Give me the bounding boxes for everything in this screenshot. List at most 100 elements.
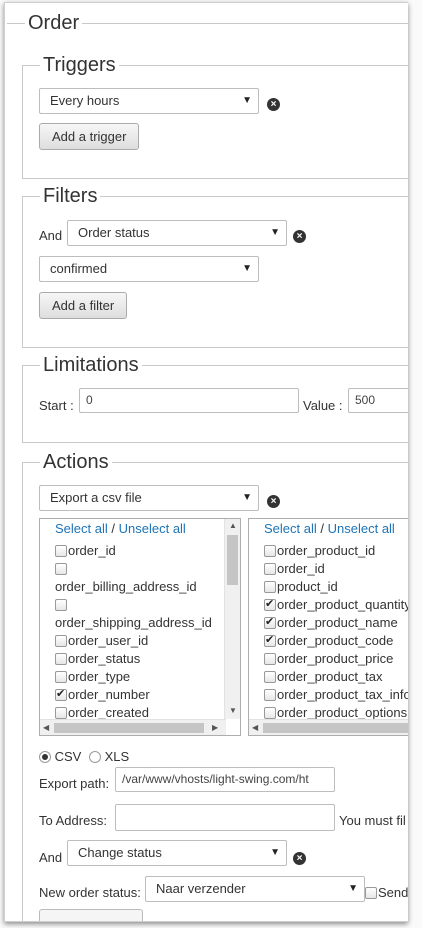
send-option[interactable]: Send [365, 885, 408, 900]
list-item[interactable]: order_product_price [264, 651, 393, 666]
field-label: order_product_code [277, 633, 394, 648]
csv-radio[interactable] [39, 751, 51, 763]
field-checkbox[interactable] [264, 563, 276, 575]
add-trigger-button[interactable]: Add a trigger [39, 123, 140, 150]
right-horizontal-scrollbar[interactable]: ◀ [249, 719, 408, 735]
left-vertical-scroll-thumb[interactable] [227, 535, 238, 585]
left-vertical-scrollbar[interactable]: ▲ ▼ [224, 519, 240, 719]
product-fields-listbox[interactable]: Select all / Unselect all order_product_… [248, 518, 408, 736]
list-item[interactable]: order_number [55, 687, 150, 702]
format-csv-option[interactable]: CSV [39, 749, 81, 764]
partial-button[interactable] [39, 909, 143, 921]
field-checkbox[interactable] [264, 653, 276, 665]
field-label: order_id [277, 561, 325, 576]
field-checkbox[interactable] [55, 545, 67, 557]
list-item[interactable]: product_id [264, 579, 338, 594]
right-horizontal-scroll-thumb[interactable] [263, 723, 408, 733]
field-checkbox[interactable] [55, 635, 67, 647]
start-label: Start : [39, 398, 74, 413]
field-checkbox[interactable] [55, 671, 67, 683]
select-all-link[interactable]: Select all [55, 521, 108, 536]
left-horizontal-scrollbar[interactable]: ◀ ▶ [40, 719, 226, 735]
list-item[interactable] [55, 597, 68, 612]
list-item[interactable]: order_product_tax_info [264, 687, 408, 702]
unselect-all-link[interactable]: Unselect all [328, 521, 395, 536]
export-path-input[interactable]: /var/www/vhosts/light-swing.com/ht [115, 767, 335, 792]
field-label: order_created [68, 705, 149, 720]
action-type-select[interactable]: Export a csv file ▼ [39, 485, 259, 511]
order-fields-listbox[interactable]: Select all / Unselect all order_id order_… [39, 518, 241, 736]
list-item[interactable]: order_type [55, 669, 130, 684]
list-item[interactable] [55, 561, 68, 576]
send-checkbox[interactable] [365, 887, 377, 899]
change-action-select[interactable]: Change status ▼ [67, 840, 287, 866]
must-fill-note: You must fil [339, 813, 406, 828]
start-input[interactable]: 0 [79, 388, 299, 413]
remove-trigger-icon[interactable]: × [267, 98, 280, 111]
field-checkbox[interactable] [264, 597, 276, 611]
list-item[interactable]: order_product_code [264, 633, 393, 648]
triggers-title: Triggers [40, 55, 119, 75]
remove-action-icon[interactable]: × [267, 495, 280, 508]
list-item[interactable]: order_id [264, 561, 325, 576]
action-and-label: And [39, 850, 63, 865]
list-item[interactable]: order_status [55, 651, 140, 666]
list-item[interactable]: order_product_options [264, 705, 407, 720]
scroll-left-icon[interactable]: ◀ [252, 723, 258, 732]
filter-type-select[interactable]: Order status ▼ [67, 220, 287, 246]
field-label: product_id [277, 579, 338, 594]
chevron-down-icon: ▼ [270, 227, 280, 238]
list-item[interactable]: order_billing_address_id [55, 579, 197, 594]
format-xls-option[interactable]: XLS [89, 749, 129, 764]
chevron-down-icon: ▼ [242, 95, 252, 106]
field-checkbox[interactable] [55, 599, 67, 611]
scroll-down-icon[interactable]: ▼ [229, 706, 237, 715]
field-checkbox[interactable] [55, 687, 67, 701]
xls-radio[interactable] [89, 751, 101, 763]
left-horizontal-scroll-thumb[interactable] [54, 723, 204, 733]
field-checkbox[interactable] [264, 581, 276, 593]
field-checkbox[interactable] [55, 653, 67, 665]
scroll-up-icon[interactable]: ▲ [229, 521, 237, 530]
unselect-all-link[interactable]: Unselect all [119, 521, 186, 536]
order-status-select[interactable]: confirmed ▼ [39, 256, 259, 282]
new-status-value: Naar verzender [156, 881, 246, 896]
field-label: order_status [68, 651, 141, 666]
select-all-link[interactable]: Select all [264, 521, 317, 536]
value-input[interactable]: 500 [348, 388, 408, 413]
to-address-input[interactable] [115, 804, 335, 831]
field-label: order_product_id [277, 543, 376, 558]
add-filter-button[interactable]: Add a filter [39, 292, 128, 319]
xls-label: XLS [104, 749, 130, 764]
new-status-select[interactable]: Naar verzender ▼ [145, 876, 365, 902]
list-item[interactable]: order_product_id [264, 543, 375, 558]
field-label: order_type [68, 669, 131, 684]
field-checkbox[interactable] [264, 615, 276, 629]
scroll-left-icon[interactable]: ◀ [43, 723, 49, 732]
list-item[interactable]: order_shipping_address_id [55, 615, 212, 630]
field-checkbox[interactable] [264, 633, 276, 647]
field-checkbox[interactable] [55, 707, 67, 719]
list-item[interactable]: order_user_id [55, 633, 148, 648]
link-separator: / [320, 521, 324, 536]
action-type-value: Export a csv file [50, 490, 142, 505]
field-checkbox[interactable] [264, 707, 276, 719]
field-checkbox[interactable] [264, 689, 276, 701]
link-separator: / [111, 521, 115, 536]
list-item[interactable]: order_product_quantity [264, 597, 408, 612]
list-item[interactable]: order_created [55, 705, 149, 720]
field-checkbox[interactable] [264, 545, 276, 557]
list-item[interactable]: order_product_tax [264, 669, 383, 684]
field-checkbox[interactable] [55, 563, 67, 575]
field-label: order_product_tax_info [277, 687, 408, 702]
field-checkbox[interactable] [264, 671, 276, 683]
field-label: order_user_id [68, 633, 149, 648]
remove-filter-icon[interactable]: × [293, 230, 306, 243]
remove-change-action-icon[interactable]: × [293, 852, 306, 865]
trigger-frequency-select[interactable]: Every hours ▼ [39, 88, 259, 114]
field-label: order_product_name [277, 615, 398, 630]
scroll-right-icon[interactable]: ▶ [212, 723, 218, 732]
list-item[interactable]: order_product_name [264, 615, 398, 630]
chevron-down-icon: ▼ [242, 263, 252, 274]
list-item[interactable]: order_id [55, 543, 116, 558]
